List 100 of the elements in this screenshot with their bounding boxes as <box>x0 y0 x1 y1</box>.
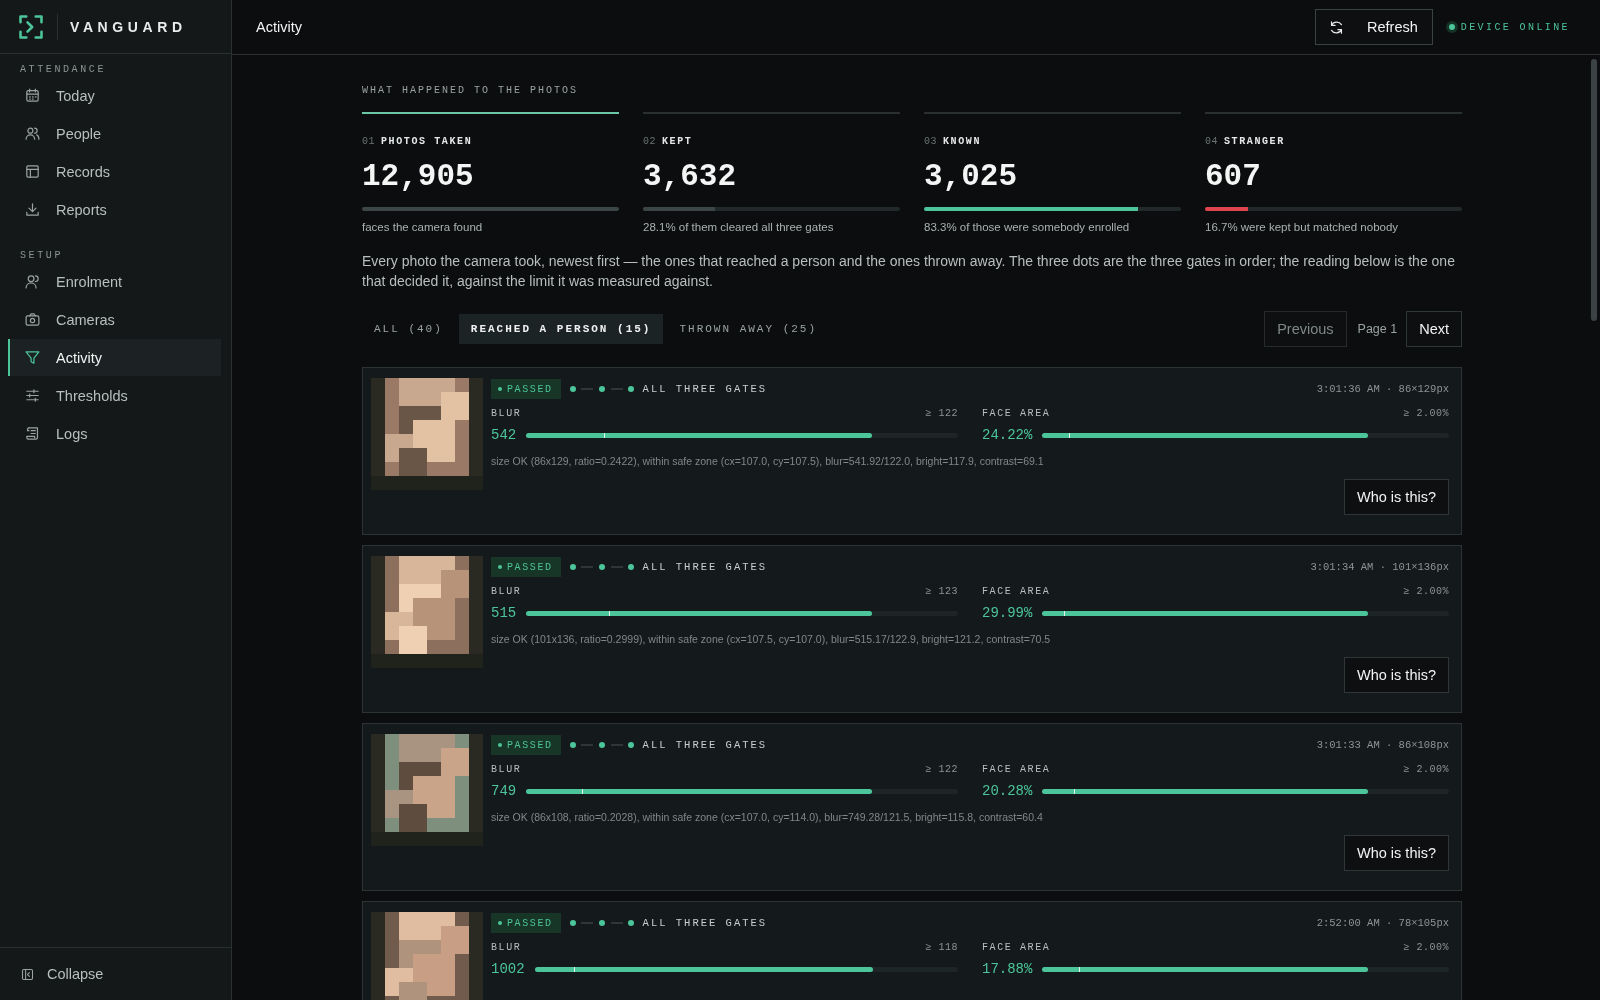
status-badge: PASSED <box>491 557 561 577</box>
event-meta: 3:01:34 AM · 101×136px <box>1310 561 1449 573</box>
metric-caption: 16.7% were kept but matched nobody <box>1205 221 1400 233</box>
reading-label: BLUR <box>491 764 522 775</box>
collapse-button[interactable]: Collapse <box>20 966 104 982</box>
description: Every photo the camera took, newest first — the ones that reached a person and the ones thrown away. The three dots are the three gates in order; the reading below is the one that decided it, against the limit it was measured against. <box>362 252 1456 291</box>
limit-marker <box>603 432 605 438</box>
sidebar-item[interactable]: Activity <box>8 339 221 376</box>
person-icon <box>24 273 41 290</box>
gates-label: ALL THREE GATES <box>642 917 768 929</box>
reading-limit: ≥ 2.00% <box>1403 586 1449 597</box>
section-heading: ATTENDANCE <box>19 64 107 77</box>
refresh-button[interactable]: Refresh <box>1315 9 1433 45</box>
sliders-icon <box>24 387 41 404</box>
reading-value: 24.22% <box>982 427 1033 443</box>
gates-label: ALL THREE GATES <box>642 739 768 751</box>
sidebar-item[interactable]: Thresholds <box>8 377 221 414</box>
event-meta: 3:01:33 AM · 86×108px <box>1316 739 1449 751</box>
sidebar-item[interactable]: Logs <box>8 415 221 452</box>
reading-limit: ≥ 2.00% <box>1403 942 1449 953</box>
event-details: size OK (101x136, ratio=0.2999), within safe zone (cx=107.5, cy=107.0), blur=515.17/122.9, bright=121.2, contrast=70.5 <box>491 633 1052 645</box>
status-badge: PASSED <box>491 735 561 755</box>
event-details: size OK (86x108, ratio=0.2028), within safe zone (cx=107.0, cy=114.0), blur=749.28/121.5, bright=115.8, contrast=60.4 <box>491 811 1044 823</box>
metric-card[interactable]: 03 KNOWN 3,025 83.3% of those were somebody enrolled <box>924 112 1181 233</box>
metric-card[interactable]: 01 PHOTOS TAKEN 12,905 faces the camera found <box>362 112 619 233</box>
brand-name: VANGUARD <box>70 18 187 35</box>
reading-label: BLUR <box>491 586 522 597</box>
who-is-this-button[interactable]: Who is this? <box>1344 657 1449 693</box>
gates-icon <box>568 741 635 749</box>
limit-marker <box>1069 432 1071 438</box>
filter-tab[interactable]: REACHED A PERSON (15) <box>458 314 664 344</box>
status-badge: PASSED <box>491 913 561 933</box>
metric-caption: 28.1% of them cleared all three gates <box>643 221 835 233</box>
sidebar-item[interactable]: Enrolment <box>8 263 221 300</box>
reading-value: 29.99% <box>982 605 1033 621</box>
metric-label: KNOWN <box>943 136 982 147</box>
table-icon <box>24 163 41 180</box>
refresh-icon <box>1328 18 1345 36</box>
sidebar-item[interactable]: Reports <box>8 191 221 228</box>
page-indicator: Page 1 <box>1356 322 1399 336</box>
reading-label: FACE AREA <box>982 764 1051 775</box>
sidebar-item[interactable]: Cameras <box>8 301 221 338</box>
filter-tab[interactable]: ALL (40) <box>362 314 455 344</box>
reading-label: BLUR <box>491 408 522 419</box>
reading-limit: ≥ 123 <box>925 586 958 597</box>
filter-icon <box>24 349 41 366</box>
metric-caption: faces the camera found <box>362 221 484 233</box>
people-icon <box>24 125 41 142</box>
reading-value: 20.28% <box>982 783 1033 799</box>
gates-label: ALL THREE GATES <box>642 561 768 573</box>
metric-card[interactable]: 02 KEPT 3,632 28.1% of them cleared all three gates <box>643 112 900 233</box>
reading-limit: ≥ 122 <box>925 408 958 419</box>
reading-limit: ≥ 2.00% <box>1403 408 1449 419</box>
who-is-this-button[interactable]: Who is this? <box>1344 479 1449 515</box>
gates-icon <box>568 919 635 927</box>
page-title: Activity <box>256 19 302 35</box>
metric-caption: 83.3% of those were somebody enrolled <box>924 221 1131 233</box>
metric-number: 04 <box>1205 136 1218 147</box>
limit-marker <box>574 966 576 972</box>
metric-label: KEPT <box>662 136 693 147</box>
metric-card[interactable]: 04 STRANGER 607 16.7% were kept but matched nobody <box>1205 112 1462 233</box>
sidebar-item[interactable]: Today <box>8 77 221 114</box>
limit-marker <box>608 610 610 616</box>
filter-tab[interactable]: THROWN AWAY (25) <box>667 314 830 344</box>
reading-value: 515 <box>491 605 517 621</box>
metric-number: 02 <box>643 136 656 147</box>
reading-value: 542 <box>491 427 517 443</box>
who-is-this-button[interactable]: Who is this? <box>1344 835 1449 871</box>
event-meta: 2:52:00 AM · 78×105px <box>1316 917 1449 929</box>
gates-label: ALL THREE GATES <box>642 383 768 395</box>
sidebar-item[interactable]: Records <box>8 153 221 190</box>
metric-value: 12,905 <box>362 159 475 194</box>
scroll-icon <box>24 425 41 442</box>
metric-label: STRANGER <box>1224 136 1285 147</box>
reading-value: 17.88% <box>982 961 1033 977</box>
collapse-icon <box>20 966 35 982</box>
metric-value: 607 <box>1205 159 1262 194</box>
calendar-icon <box>24 87 41 104</box>
reading-value: 749 <box>491 783 517 799</box>
reading-limit: ≥ 2.00% <box>1403 764 1449 775</box>
metric-number: 01 <box>362 136 375 147</box>
reading-limit: ≥ 122 <box>925 764 958 775</box>
next-button[interactable]: Next <box>1406 311 1462 347</box>
limit-marker <box>1074 788 1076 794</box>
status-badge: PASSED <box>491 379 561 399</box>
camera-icon <box>24 311 41 328</box>
limit-marker <box>582 788 584 794</box>
metric-value: 3,025 <box>924 159 1018 194</box>
metric-number: 03 <box>924 136 937 147</box>
gates-icon <box>568 385 635 393</box>
reading-label: FACE AREA <box>982 408 1051 419</box>
metric-value: 3,632 <box>643 159 737 194</box>
reading-limit: ≥ 118 <box>925 942 958 953</box>
metric-label: PHOTOS TAKEN <box>381 136 473 147</box>
sidebar-item[interactable]: People <box>8 115 221 152</box>
reading-label: FACE AREA <box>982 586 1051 597</box>
section-heading: SETUP <box>19 250 64 263</box>
logo-icon <box>17 12 45 41</box>
section-title: WHAT HAPPENED TO THE PHOTOS <box>362 85 580 96</box>
gates-icon <box>568 563 635 571</box>
